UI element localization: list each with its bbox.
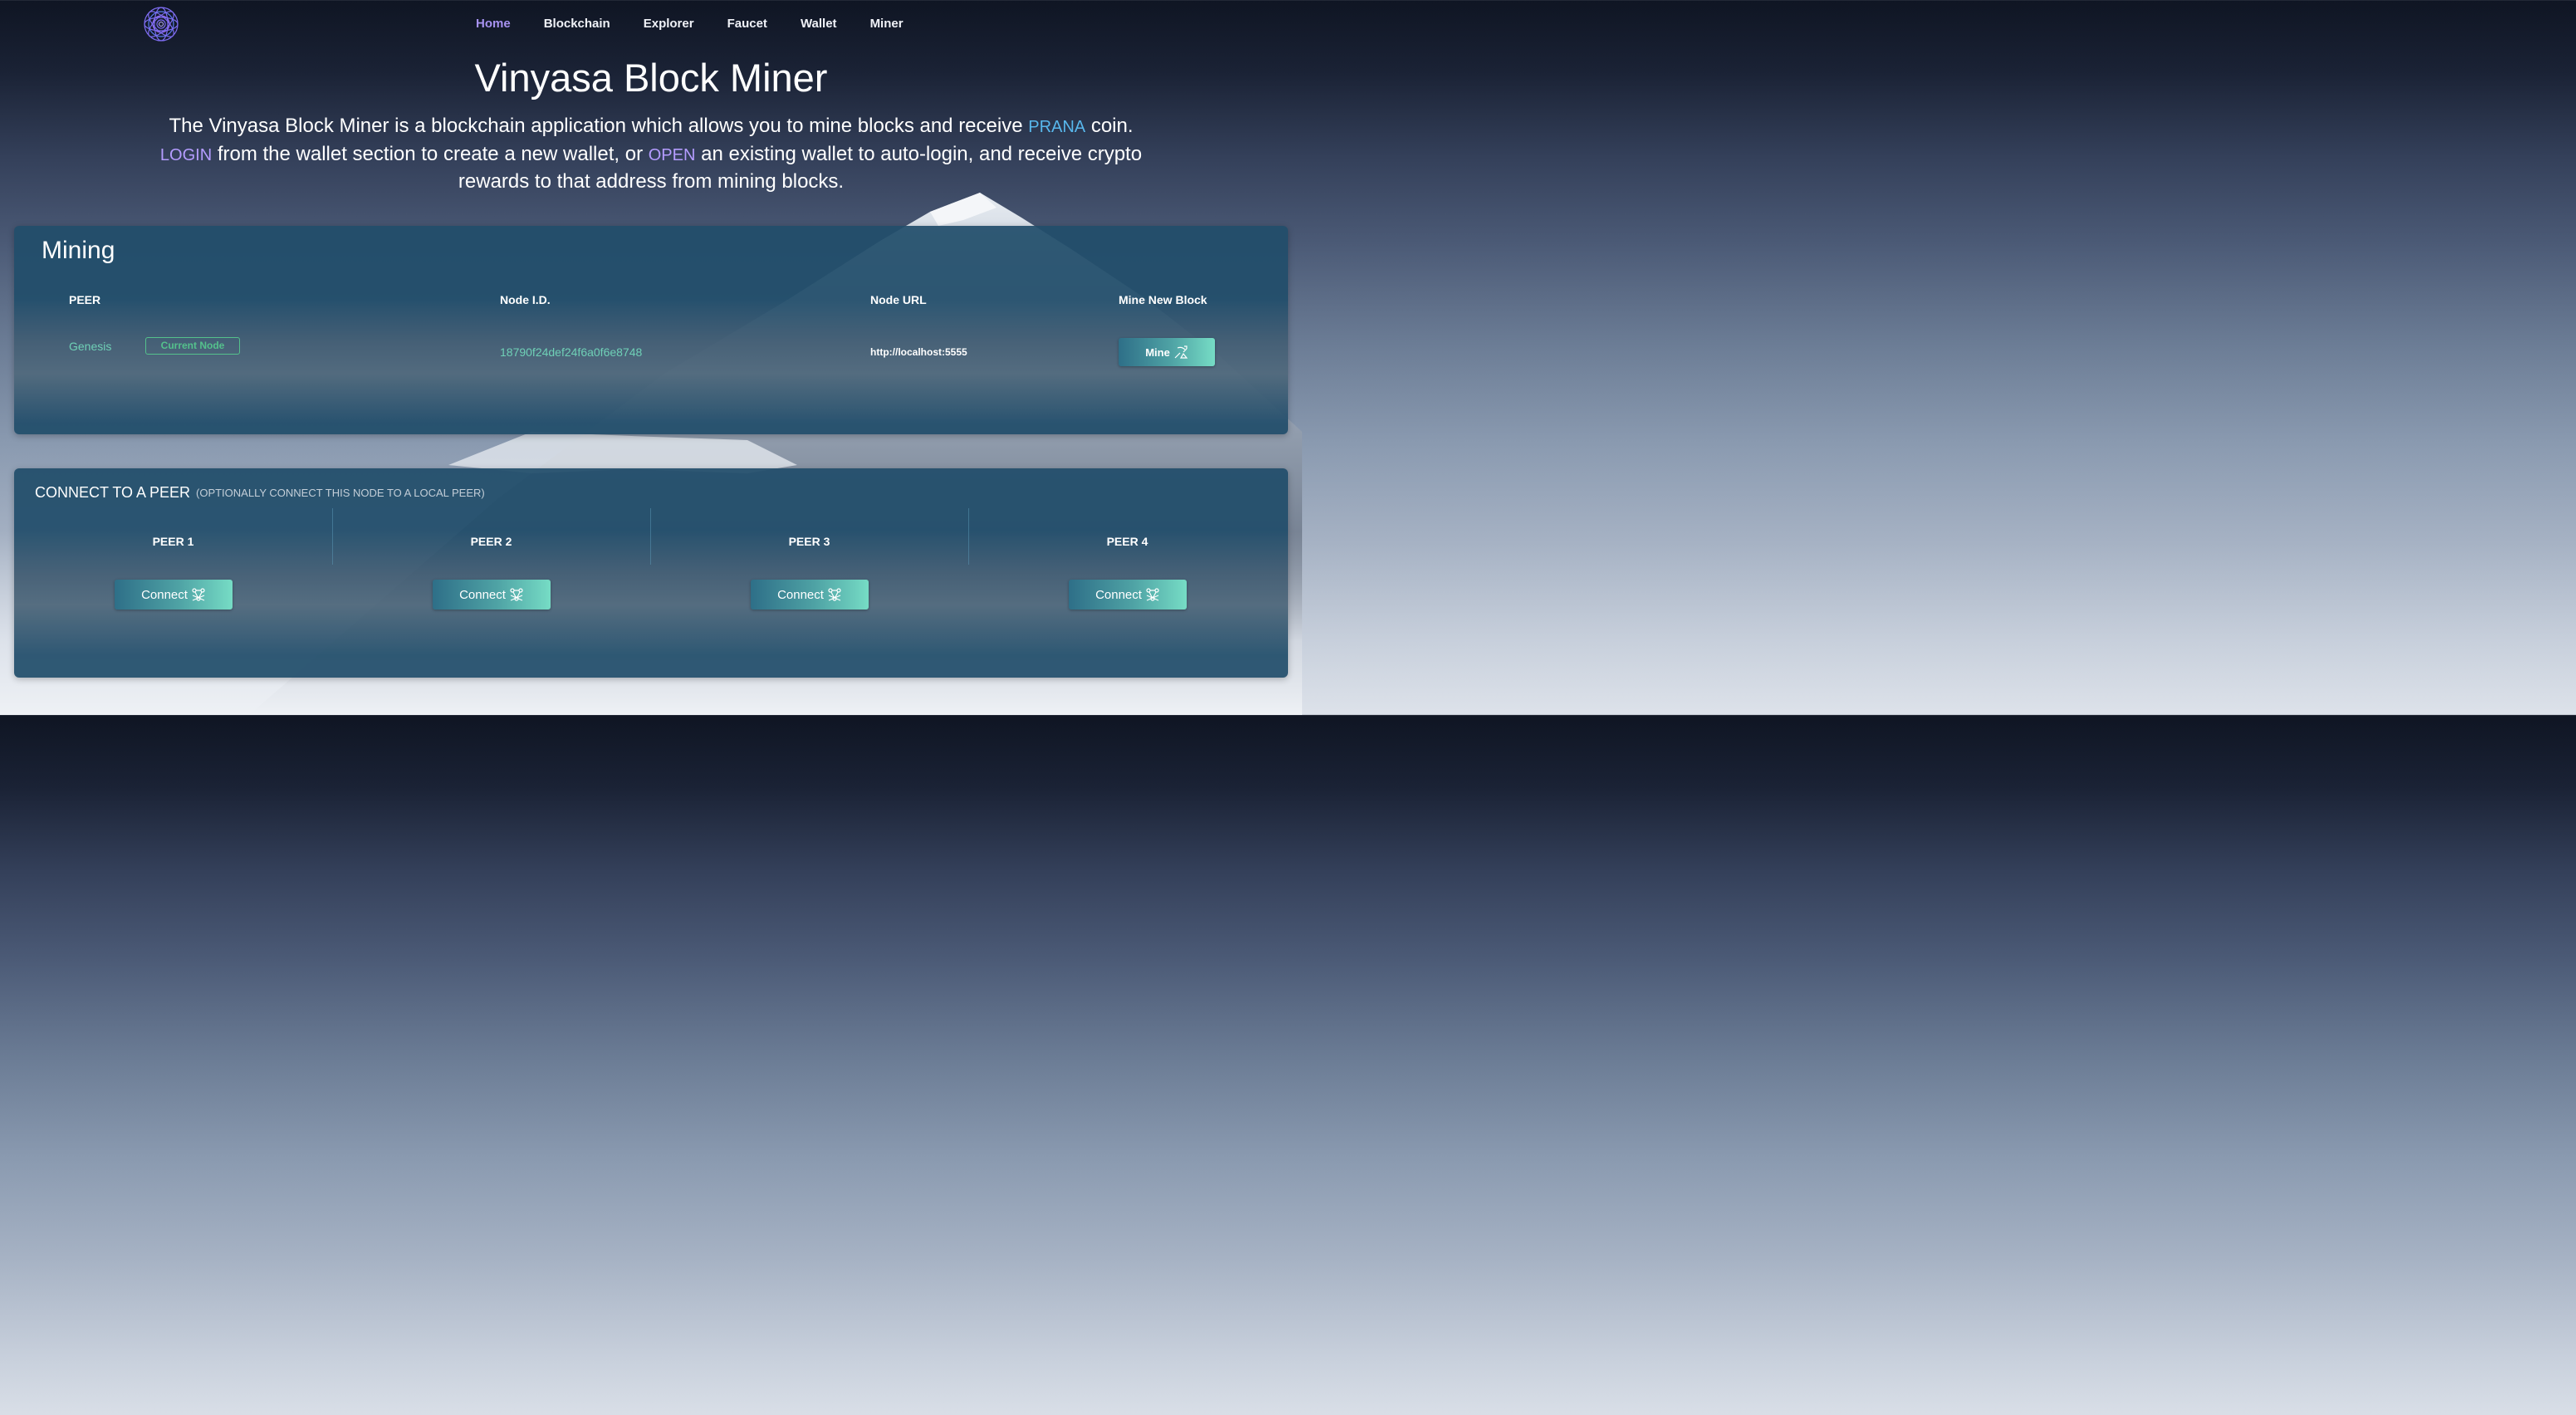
connect-peer-4-button[interactable]: Connect bbox=[1069, 580, 1187, 610]
nav-faucet-link[interactable]: Faucet bbox=[727, 17, 767, 31]
connect-peer-1-button[interactable]: Connect bbox=[115, 580, 233, 610]
network-nodes-icon bbox=[828, 588, 841, 601]
connect-title: CONNECT TO A PEER bbox=[35, 484, 191, 501]
peer-label: PEER 4 bbox=[1106, 535, 1148, 548]
connect-subtitle: (OPTIONALLY CONNECT THIS NODE TO A LOCAL… bbox=[196, 487, 485, 499]
connect-button-label: Connect bbox=[1095, 587, 1142, 602]
peer-label: PEER 1 bbox=[152, 535, 194, 548]
prana-highlight: PRANA bbox=[1028, 118, 1086, 136]
peer-column-3: PEER 3 Connect bbox=[650, 526, 968, 626]
mine-button[interactable]: Mine bbox=[1119, 338, 1215, 366]
network-nodes-icon bbox=[1146, 588, 1159, 601]
node-id-value[interactable]: 18790f24def24f6a0f6e8748 bbox=[500, 345, 642, 359]
connect-button-label: Connect bbox=[777, 587, 824, 602]
header-peer: PEER bbox=[69, 293, 101, 306]
nav-home-link[interactable]: Home bbox=[476, 17, 511, 31]
network-nodes-icon bbox=[192, 588, 205, 601]
hero-description: The Vinyasa Block Miner is a blockchain … bbox=[153, 113, 1149, 196]
nav-blockchain-link[interactable]: Blockchain bbox=[544, 17, 610, 31]
panel-band bbox=[14, 299, 1288, 424]
connect-peer-3-button[interactable]: Connect bbox=[751, 580, 869, 610]
header-node-id: Node I.D. bbox=[500, 293, 551, 306]
mining-pick-icon bbox=[1174, 345, 1188, 359]
connect-button-label: Connect bbox=[141, 587, 188, 602]
page-title: Vinyasa Block Miner bbox=[474, 56, 828, 100]
peer-column-2: PEER 2 Connect bbox=[332, 526, 650, 626]
mine-button-label: Mine bbox=[1145, 345, 1170, 359]
mining-title: Mining bbox=[42, 237, 115, 264]
open-link[interactable]: OPEN bbox=[649, 146, 696, 164]
hero-text-3: from the wallet section to create a new … bbox=[217, 142, 644, 165]
peer-genesis[interactable]: Genesis bbox=[69, 340, 111, 353]
connect-button-label: Connect bbox=[459, 587, 506, 602]
nav-wallet-link[interactable]: Wallet bbox=[801, 17, 837, 31]
peer-column-1: PEER 1 Connect bbox=[14, 526, 332, 626]
login-link[interactable]: LOGIN bbox=[160, 146, 212, 164]
mining-panel: Mining PEER Node I.D. Node URL Mine New … bbox=[14, 226, 1288, 434]
connect-panel: CONNECT TO A PEER (OPTIONALLY CONNECT TH… bbox=[14, 468, 1288, 678]
node-url-value: http://localhost:5555 bbox=[870, 346, 967, 358]
peer-label: PEER 3 bbox=[788, 535, 830, 548]
mandala-logo-icon[interactable] bbox=[143, 6, 179, 42]
top-navbar: Home Blockchain Explorer Faucet Wallet M… bbox=[0, 0, 1302, 48]
header-node-url: Node URL bbox=[870, 293, 927, 306]
peer-column-4: PEER 4 Connect bbox=[968, 526, 1286, 626]
hero-text-2: coin. bbox=[1090, 115, 1134, 137]
peer-label: PEER 2 bbox=[470, 535, 512, 548]
nav-miner-link[interactable]: Miner bbox=[870, 17, 904, 31]
nav-links: Home Blockchain Explorer Faucet Wallet M… bbox=[476, 17, 904, 31]
network-nodes-icon bbox=[510, 588, 523, 601]
connect-peer-2-button[interactable]: Connect bbox=[433, 580, 551, 610]
current-node-badge: Current Node bbox=[145, 337, 240, 355]
hero-text-1: The Vinyasa Block Miner is a blockchain … bbox=[169, 115, 1023, 137]
header-mine-new-block: Mine New Block bbox=[1119, 293, 1207, 306]
nav-explorer-link[interactable]: Explorer bbox=[644, 17, 694, 31]
